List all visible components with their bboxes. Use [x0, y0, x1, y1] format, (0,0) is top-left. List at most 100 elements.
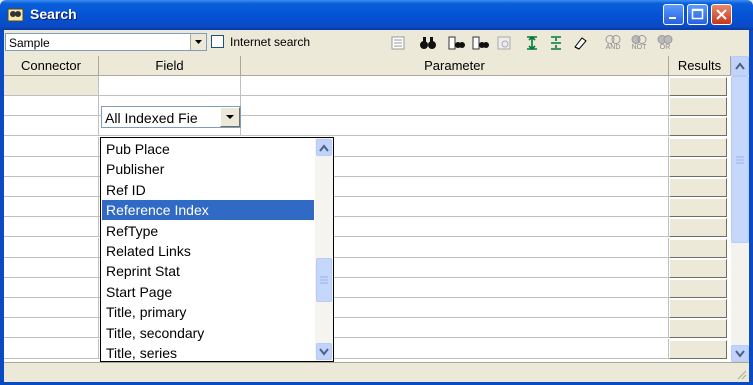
grid-scroll-down[interactable]	[731, 345, 749, 362]
connector-cell[interactable]	[4, 76, 99, 96]
or-venn-icon	[657, 34, 673, 44]
field-select-arrow[interactable]	[220, 107, 240, 127]
toolbar: Sample Internet search AND NOT OR	[4, 30, 749, 56]
results-button[interactable]	[669, 77, 727, 96]
dropdown-item[interactable]: Publisher	[102, 159, 314, 179]
dropdown-item[interactable]: Reference Index	[102, 200, 314, 221]
parameter-cell[interactable]	[241, 96, 669, 117]
database-select-arrow[interactable]	[190, 34, 206, 50]
dropdown-item[interactable]: Related Links	[102, 241, 314, 261]
insert-row-button[interactable]	[521, 32, 543, 54]
binoculars-icon	[420, 37, 436, 49]
database-select[interactable]: Sample	[5, 33, 207, 51]
dropdown-item[interactable]: RefType	[102, 221, 314, 241]
results-button[interactable]	[669, 258, 727, 278]
dropdown-scroll-down[interactable]	[316, 343, 332, 360]
search-prev-button[interactable]	[445, 32, 467, 54]
table-row[interactable]	[4, 76, 730, 96]
grip-icon	[736, 156, 744, 163]
field-cell[interactable]	[99, 76, 241, 96]
results-button[interactable]	[669, 117, 727, 137]
search-next-button[interactable]	[469, 32, 491, 54]
connector-cell[interactable]	[4, 318, 99, 339]
search-button[interactable]	[417, 32, 439, 54]
header-results[interactable]: Results	[669, 56, 731, 76]
disabled-tool-button[interactable]	[493, 32, 515, 54]
chevron-up-icon	[735, 62, 745, 70]
insert-row-icon	[527, 35, 537, 51]
database-select-value: Sample	[9, 36, 50, 50]
results-button[interactable]	[669, 157, 727, 177]
parameter-cell[interactable]	[241, 116, 669, 137]
dropdown-item[interactable]: Ref ID	[102, 180, 314, 200]
header-connector[interactable]: Connector	[4, 56, 99, 76]
dropdown-item[interactable]: Title, series	[102, 343, 314, 361]
dropdown-item[interactable]: Reprint Stat	[102, 261, 314, 281]
or-button[interactable]: OR	[652, 32, 678, 54]
connector-cell[interactable]	[4, 278, 99, 298]
connector-cell[interactable]	[4, 237, 99, 258]
internet-search-checkbox[interactable]	[211, 35, 224, 48]
connector-cell[interactable]	[4, 156, 99, 177]
minimize-button[interactable]	[663, 4, 684, 25]
dropdown-item[interactable]: Title, secondary	[102, 323, 314, 343]
not-label: NOT	[631, 43, 647, 51]
results-button[interactable]	[669, 218, 727, 238]
connector-cell[interactable]	[4, 257, 99, 278]
results-button[interactable]	[669, 198, 727, 218]
search-list-button[interactable]	[387, 32, 409, 54]
results-button[interactable]	[669, 97, 727, 117]
connector-cell[interactable]	[4, 197, 99, 218]
connector-cell[interactable]	[4, 96, 99, 117]
and-button[interactable]: AND	[600, 32, 626, 54]
results-button[interactable]	[669, 178, 727, 197]
grid-scrollbar[interactable]	[731, 56, 749, 362]
results-button[interactable]	[669, 279, 727, 298]
not-button[interactable]: NOT	[626, 32, 652, 54]
grip-icon	[320, 276, 328, 284]
document-search-icon	[497, 36, 511, 50]
field-select[interactable]: All Indexed Fie	[101, 106, 241, 128]
delete-row-button[interactable]	[545, 32, 567, 54]
window-title: Search	[30, 6, 77, 22]
grid-scroll-thumb[interactable]	[731, 76, 749, 243]
results-button[interactable]	[669, 238, 727, 258]
chevron-down-icon	[195, 40, 202, 44]
dropdown-item[interactable]: Pub Place	[102, 139, 314, 159]
binoculars-back-icon	[448, 36, 465, 50]
results-button[interactable]	[669, 339, 727, 359]
not-venn-icon	[631, 34, 647, 44]
field-dropdown-list[interactable]: Pub Place Publisher Ref ID Reference Index R…	[100, 137, 334, 362]
results-button[interactable]	[669, 319, 727, 339]
resize-grip-icon[interactable]	[735, 368, 747, 380]
connector-cell[interactable]	[4, 136, 99, 157]
header-field[interactable]: Field	[99, 56, 241, 76]
header-parameter[interactable]: Parameter	[241, 56, 669, 76]
dropdown-scrollbar[interactable]	[315, 138, 333, 361]
dropdown-item[interactable]: Start Page	[102, 282, 314, 302]
results-button[interactable]	[669, 299, 727, 319]
connector-cell[interactable]	[4, 177, 99, 197]
grid-scroll-up[interactable]	[731, 56, 749, 76]
search-app-icon	[7, 8, 24, 22]
chevron-down-icon	[319, 347, 329, 356]
parameter-cell[interactable]	[241, 76, 669, 96]
results-button[interactable]	[669, 137, 727, 157]
close-button[interactable]	[711, 4, 732, 25]
dropdown-item[interactable]: Title, primary	[102, 302, 314, 322]
chevron-down-icon	[735, 349, 745, 358]
connector-cell[interactable]	[4, 217, 99, 238]
dropdown-scroll-up[interactable]	[316, 139, 332, 156]
chevron-down-icon	[226, 115, 234, 119]
connector-cell[interactable]	[4, 338, 99, 359]
clear-button[interactable]	[569, 32, 591, 54]
status-bar	[4, 362, 749, 382]
eraser-icon	[574, 37, 587, 50]
internet-search-label[interactable]: Internet search	[230, 35, 310, 49]
connector-cell[interactable]	[4, 116, 99, 137]
title-bar[interactable]: Search	[0, 0, 753, 30]
dropdown-scroll-thumb[interactable]	[316, 258, 332, 302]
connector-cell[interactable]	[4, 298, 99, 319]
maximize-icon	[691, 8, 704, 20]
maximize-button[interactable]	[687, 4, 708, 25]
